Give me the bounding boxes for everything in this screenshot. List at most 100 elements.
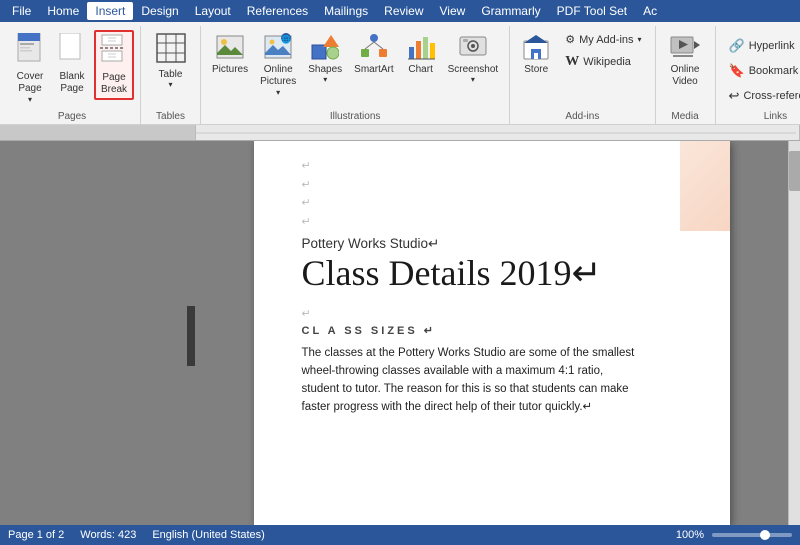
menu-references[interactable]: References — [239, 2, 316, 20]
store-icon — [522, 33, 550, 64]
document-main-title: Class Details 2019↵ — [302, 254, 682, 294]
smartart-label: SmartArt — [354, 64, 393, 75]
online-pictures-icon: 🌐 — [264, 33, 292, 64]
menu-grammarly[interactable]: Grammarly — [473, 2, 548, 20]
word-count: Words: 423 — [80, 529, 136, 541]
table-icon — [156, 33, 186, 67]
menu-file[interactable]: File — [4, 2, 39, 20]
page-break-button[interactable]: PageBreak — [94, 30, 134, 100]
online-video-button[interactable]: OnlineVideo — [665, 30, 705, 91]
ruler — [0, 125, 800, 141]
page-break-label: PageBreak — [101, 72, 127, 96]
table-label: Table — [159, 69, 183, 80]
document-body: The classes at the Pottery Works Studio … — [302, 345, 642, 416]
svg-text:🌐: 🌐 — [281, 34, 291, 44]
ribbon-media-items: OnlineVideo — [665, 26, 705, 107]
my-addins-arrow: ▾ — [638, 35, 642, 44]
para-mark-2: ↵ — [302, 307, 682, 320]
ribbon-tables-items: Table ▾ — [151, 26, 191, 107]
cover-page-arrow: ▾ — [28, 95, 32, 104]
pages-group-label: Pages — [10, 107, 134, 124]
pictures-icon — [216, 33, 244, 64]
blank-page-icon — [59, 33, 85, 69]
chart-label: Chart — [408, 64, 432, 75]
my-addins-button[interactable]: ⚙ My Add-ins ▾ — [558, 30, 648, 49]
cross-reference-button[interactable]: ↩ Cross-reference — [722, 85, 800, 107]
menu-view[interactable]: View — [432, 2, 474, 20]
ribbon-group-links: 🔗 Hyperlink 🔖 Bookmark ↩ Cross-reference… — [716, 26, 800, 124]
menu-insert[interactable]: Insert — [87, 2, 133, 20]
screenshot-arrow: ▾ — [471, 75, 475, 84]
cross-reference-label: Cross-reference — [743, 90, 800, 102]
tables-group-label: Tables — [147, 107, 194, 124]
screenshot-label: Screenshot — [448, 64, 499, 75]
ribbon-group-illustrations: Pictures 🌐 OnlinePictures ▾ — [201, 26, 510, 124]
wikipedia-label: Wikipedia — [583, 56, 631, 68]
hyperlink-label: Hyperlink — [749, 40, 795, 52]
ribbon-content: CoverPage ▾ BlankPage — [0, 22, 800, 124]
bookmark-icon: 🔖 — [729, 63, 745, 79]
my-addins-icon: ⚙ — [565, 33, 575, 46]
shapes-label: Shapes — [308, 64, 342, 75]
menu-design[interactable]: Design — [133, 2, 186, 20]
menu-ac[interactable]: Ac — [635, 2, 665, 20]
shapes-button[interactable]: Shapes ▾ — [303, 30, 347, 87]
ribbon-links-items: 🔗 Hyperlink 🔖 Bookmark ↩ Cross-reference — [722, 26, 800, 107]
cover-page-icon — [16, 33, 44, 69]
screenshot-button[interactable]: Screenshot ▾ — [443, 30, 504, 87]
menu-home[interactable]: Home — [39, 2, 87, 20]
page-break-icon — [100, 34, 128, 70]
document-section-label: CL A SS SIZES ↵ — [302, 324, 682, 337]
hyperlink-button[interactable]: 🔗 Hyperlink — [722, 35, 800, 57]
store-label: Store — [524, 64, 548, 75]
scrollbar-thumb[interactable] — [789, 151, 800, 191]
media-group-label: Media — [662, 107, 709, 124]
shapes-icon — [311, 33, 339, 64]
online-pictures-label: OnlinePictures — [260, 64, 296, 88]
links-group-label: Links — [722, 107, 800, 124]
document-corner-decoration — [680, 141, 730, 231]
ribbon: CoverPage ▾ BlankPage — [0, 22, 800, 125]
cover-page-label: CoverPage — [17, 71, 44, 95]
addins-group-label: Add-ins — [516, 107, 648, 124]
language: English (United States) — [152, 529, 265, 541]
chart-button[interactable]: Chart — [401, 30, 441, 78]
chart-icon — [407, 33, 435, 64]
ribbon-illustrations-items: Pictures 🌐 OnlinePictures ▾ — [207, 26, 503, 107]
document-page: ↵ ↵ ↵ ↵ Pottery Works Studio↵ Class Deta… — [254, 141, 730, 525]
table-button[interactable]: Table ▾ — [151, 30, 191, 92]
wikipedia-button[interactable]: W Wikipedia — [558, 51, 648, 73]
document-subtitle: Pottery Works Studio↵ — [302, 236, 682, 252]
menu-bar: File Home Insert Design Layout Reference… — [0, 0, 800, 22]
screenshot-icon — [459, 33, 487, 64]
zoom-thumb[interactable] — [760, 530, 770, 540]
menu-mailings[interactable]: Mailings — [316, 2, 376, 20]
paragraph-marks: ↵ ↵ ↵ ↵ — [302, 157, 682, 232]
pictures-button[interactable]: Pictures — [207, 30, 253, 78]
status-right: 100% — [676, 529, 792, 541]
cover-page-button[interactable]: CoverPage ▾ — [10, 30, 50, 107]
bookmark-label: Bookmark — [749, 65, 799, 77]
ribbon-group-pages: CoverPage ▾ BlankPage — [4, 26, 141, 124]
menu-layout[interactable]: Layout — [187, 2, 239, 20]
menu-pdf-tool-set[interactable]: PDF Tool Set — [549, 2, 635, 20]
ribbon-group-media: OnlineVideo Media — [656, 26, 716, 124]
bookmark-button[interactable]: 🔖 Bookmark — [722, 60, 800, 82]
blank-page-button[interactable]: BlankPage — [52, 30, 92, 98]
ribbon-group-tables: Table ▾ Tables — [141, 26, 201, 124]
smartart-icon — [360, 33, 388, 64]
scrollbar-vertical[interactable] — [788, 141, 800, 525]
store-button[interactable]: Store — [516, 30, 556, 78]
menu-review[interactable]: Review — [376, 2, 431, 20]
wikipedia-icon: W — [565, 54, 579, 70]
ribbon-pages-items: CoverPage ▾ BlankPage — [10, 26, 134, 107]
status-bar: Page 1 of 2 Words: 423 English (United S… — [0, 525, 800, 545]
blank-page-label: BlankPage — [59, 71, 84, 95]
status-left: Page 1 of 2 Words: 423 English (United S… — [8, 529, 265, 541]
online-pictures-button[interactable]: 🌐 OnlinePictures ▾ — [255, 30, 301, 100]
zoom-level: 100% — [676, 529, 704, 541]
table-arrow: ▾ — [168, 80, 172, 89]
ribbon-addins-items: Store ⚙ My Add-ins ▾ W Wikipedia — [516, 26, 648, 107]
smartart-button[interactable]: SmartArt — [349, 30, 398, 78]
online-video-label: OnlineVideo — [671, 64, 700, 88]
